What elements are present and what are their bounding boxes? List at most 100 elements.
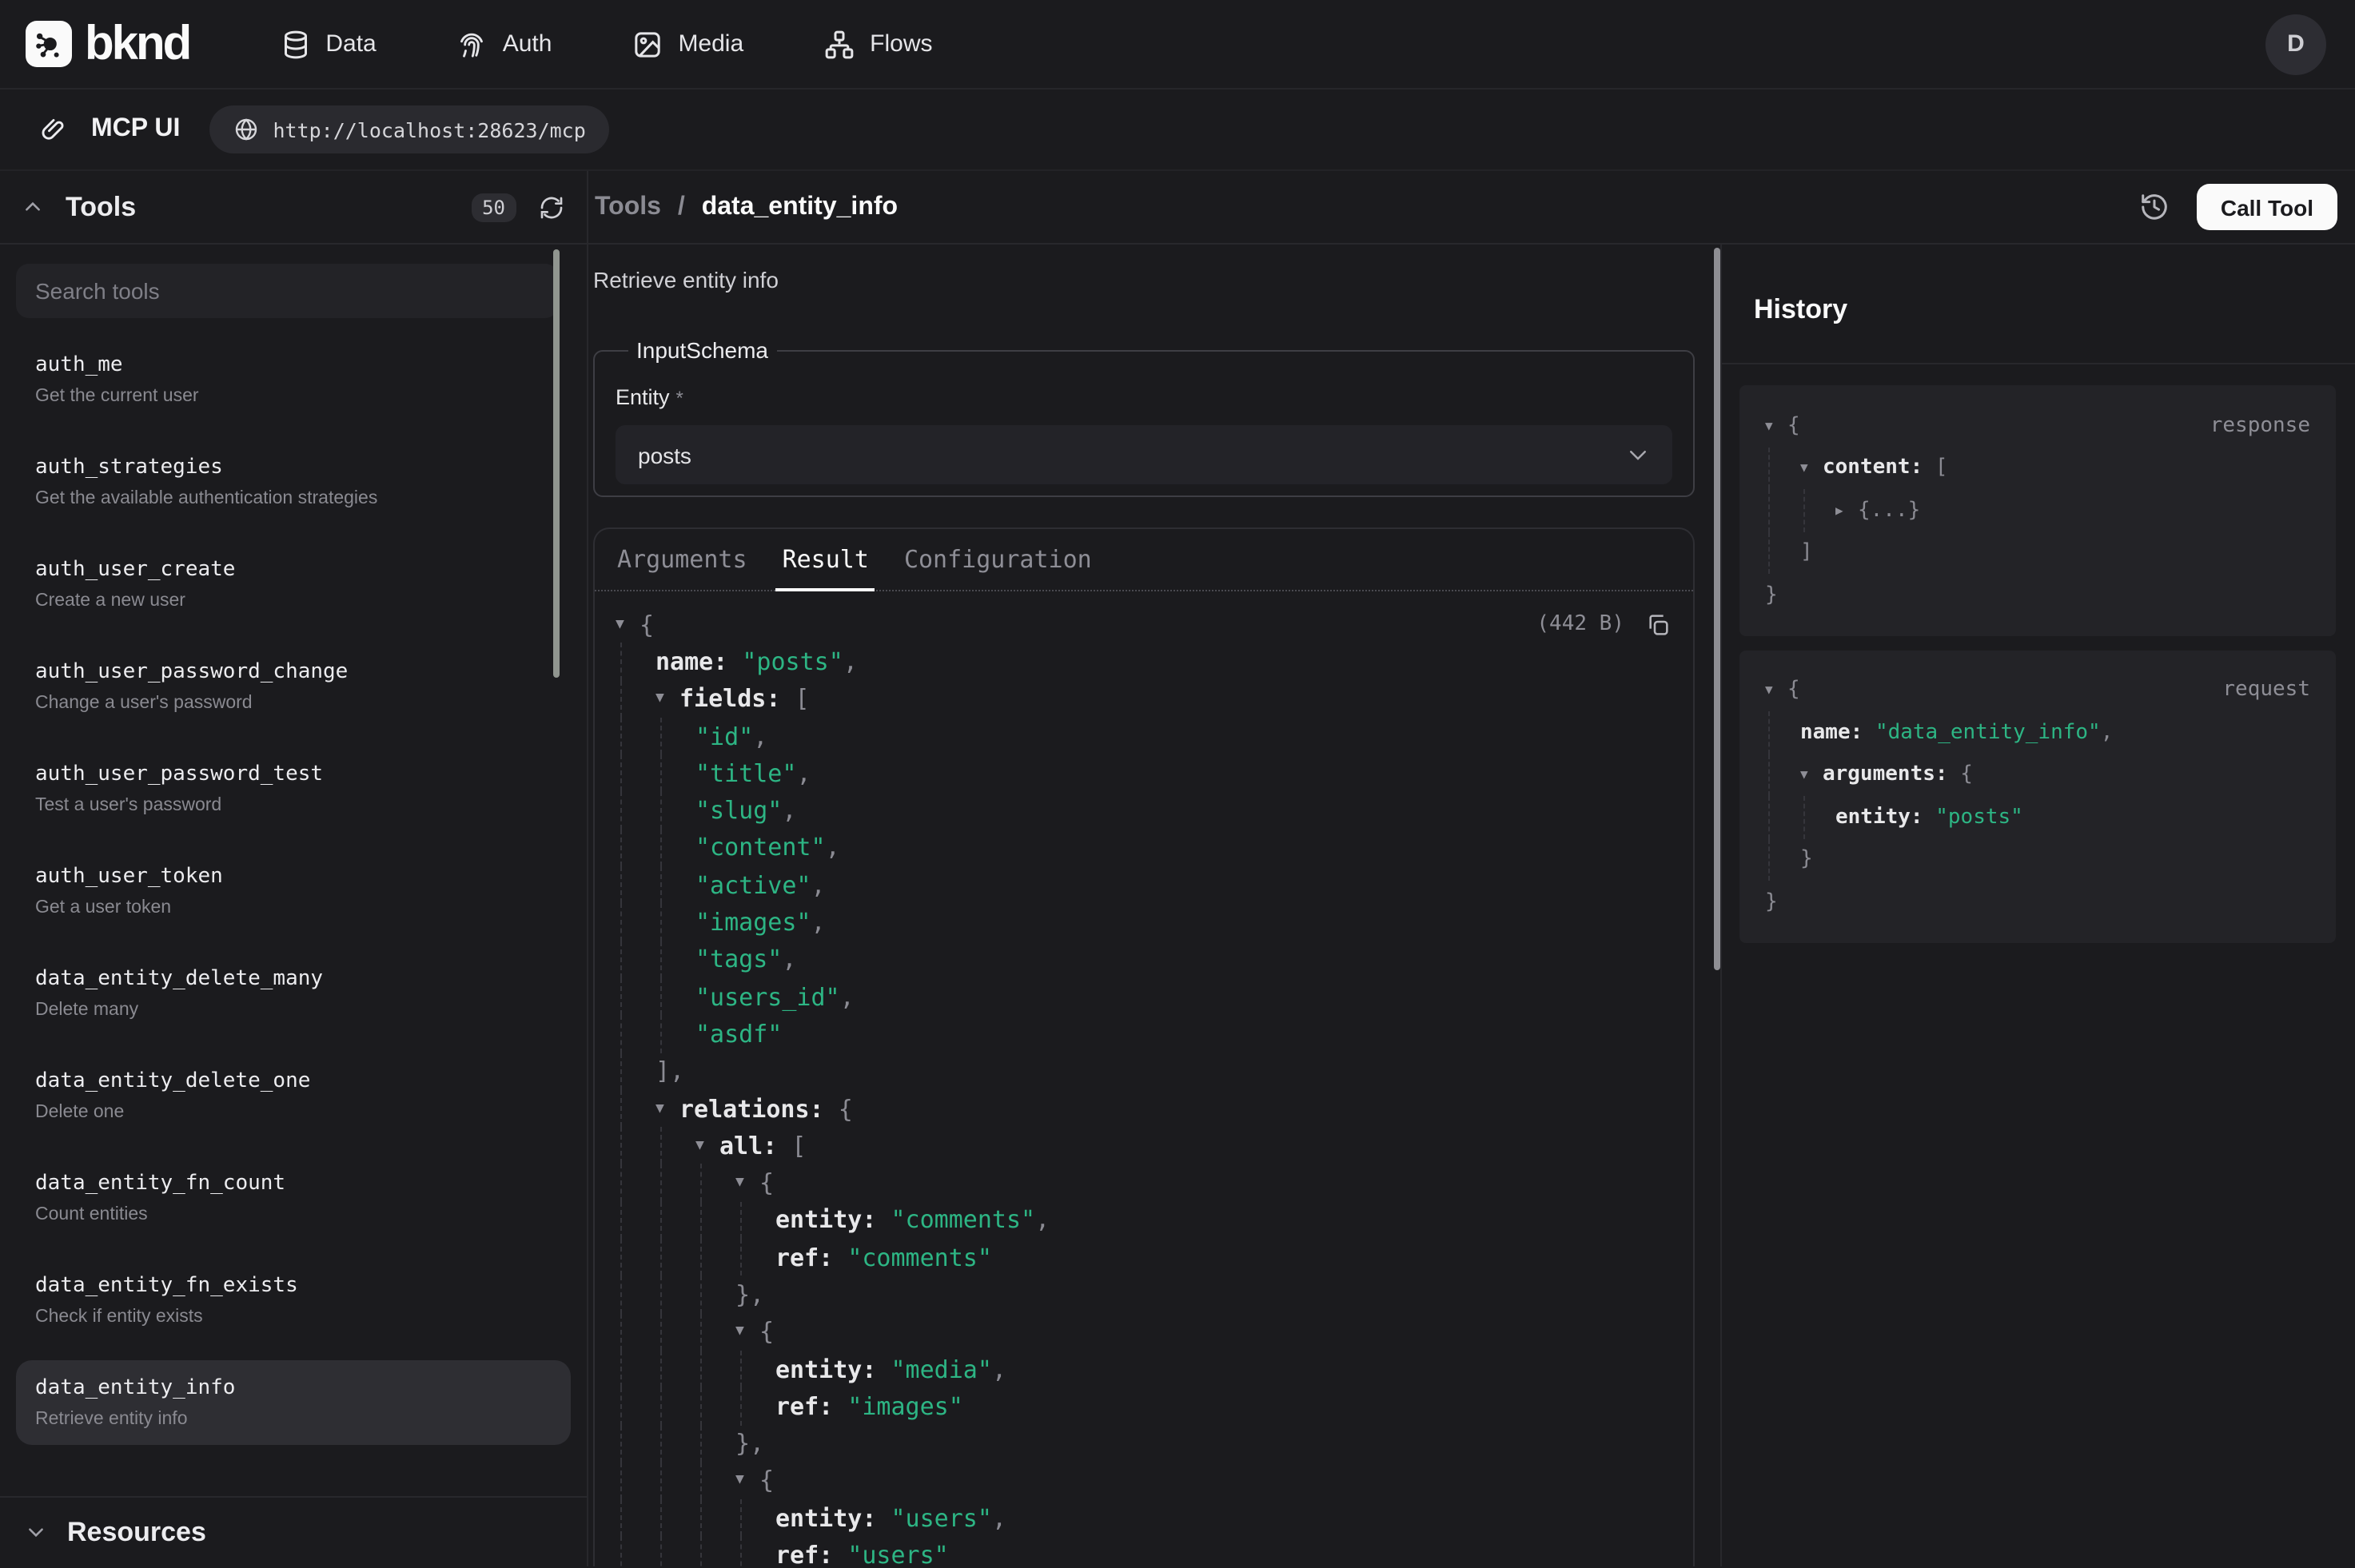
json-punctuation: , xyxy=(843,647,858,676)
search-input[interactable] xyxy=(16,264,558,318)
tab-result[interactable]: Result xyxy=(783,529,869,590)
tool-item-auth_me[interactable]: auth_meGet the current user xyxy=(16,337,571,422)
collapse-marker-icon[interactable]: ▼ xyxy=(616,616,640,632)
tab-configuration[interactable]: Configuration xyxy=(904,529,1092,590)
tool-item-auth_user_create[interactable]: auth_user_createCreate a new user xyxy=(16,542,571,627)
indent-guide xyxy=(620,1127,655,1164)
tool-item-data_entity_fn_count[interactable]: data_entity_fn_countCount entities xyxy=(16,1156,571,1240)
tool-detail-panel: Retrieve entity info InputSchema Entity*… xyxy=(588,245,1720,1566)
refresh-icon[interactable] xyxy=(539,194,564,220)
indent-guide xyxy=(620,1202,655,1240)
indent-guide xyxy=(660,792,695,830)
json-line: } xyxy=(1765,838,2310,881)
tool-item-auth_strategies[interactable]: auth_strategiesGet the available authent… xyxy=(16,440,571,524)
chevron-up-icon xyxy=(22,197,43,217)
history-entry-response[interactable]: ▼{response▼content: [▶{...}]} xyxy=(1739,385,2336,635)
json-line: name: "posts", xyxy=(616,643,1671,681)
indent-guide xyxy=(660,1276,695,1314)
collapse-marker-icon[interactable]: ▼ xyxy=(735,1175,759,1191)
tool-item-data_entity_fn_exists[interactable]: data_entity_fn_existsCheck if entity exi… xyxy=(16,1258,571,1343)
collapse-marker-icon[interactable]: ▼ xyxy=(1800,768,1823,782)
indent-guide xyxy=(620,830,655,867)
indent-guide xyxy=(740,1239,775,1276)
nav-item-data[interactable]: Data xyxy=(279,28,376,60)
indent-guide xyxy=(700,1164,735,1202)
tool-description: Check if entity exists xyxy=(35,1306,552,1330)
json-punctuation: , xyxy=(992,1355,1006,1383)
tool-item-data_entity_delete_many[interactable]: data_entity_delete_manyDelete many xyxy=(16,951,571,1036)
resources-section-header[interactable]: Resources xyxy=(0,1496,587,1566)
collapse-marker-icon[interactable]: ▼ xyxy=(655,690,679,706)
json-punctuation: , xyxy=(2101,721,2114,745)
main-scrollbar[interactable] xyxy=(1714,248,1720,970)
json-line: }, xyxy=(616,1425,1671,1463)
nav-item-flows[interactable]: Flows xyxy=(823,28,932,60)
collapse-marker-icon[interactable]: ▼ xyxy=(735,1473,759,1489)
history-entry-request[interactable]: ▼{requestname: "data_entity_info",▼argum… xyxy=(1739,650,2336,942)
user-avatar[interactable]: D xyxy=(2265,14,2326,74)
indent-guide xyxy=(1768,489,1800,531)
copy-icon[interactable] xyxy=(1645,611,1671,637)
indent-guide xyxy=(620,1499,655,1537)
collapse-marker-icon[interactable]: ▼ xyxy=(1765,683,1787,698)
tool-item-auth_user_password_change[interactable]: auth_user_password_changeChange a user's… xyxy=(16,644,571,729)
nav-item-auth[interactable]: Auth xyxy=(456,28,552,60)
json-line: entity: "users", xyxy=(616,1499,1671,1537)
sidebar-scrollbar[interactable] xyxy=(553,249,560,678)
json-line: ▼relations: { xyxy=(616,1090,1671,1128)
tool-item-data_entity_delete_one[interactable]: data_entity_delete_one Delete one xyxy=(16,1053,571,1138)
indent-guide xyxy=(660,1239,695,1276)
entity-select[interactable]: posts xyxy=(616,425,1672,484)
json-line: "images", xyxy=(616,904,1671,941)
nav-item-media[interactable]: Media xyxy=(632,28,743,60)
json-punctuation: , xyxy=(811,908,826,937)
indent-guide xyxy=(660,866,695,904)
json-line: "content", xyxy=(616,830,1671,867)
collapse-marker-icon[interactable]: ▼ xyxy=(1800,461,1823,476)
indent-guide xyxy=(700,1537,735,1566)
bknd-logo-icon xyxy=(26,21,72,67)
json-key: arguments: xyxy=(1823,763,1960,787)
tool-item-auth_user_token[interactable]: auth_user_tokenGet a user token xyxy=(16,849,571,933)
call-tool-button[interactable]: Call Tool xyxy=(2197,184,2337,230)
tab-arguments[interactable]: Arguments xyxy=(617,529,747,590)
collapse-marker-icon[interactable]: ▼ xyxy=(1765,419,1787,433)
json-line: ▼fields: [ xyxy=(616,680,1671,718)
globe-icon xyxy=(233,117,258,142)
tools-list-container: auth_meGet the current user auth_strategi… xyxy=(0,245,587,1496)
bknd-logo[interactable]: bknd xyxy=(26,17,189,71)
expand-marker-icon[interactable]: ▶ xyxy=(1835,503,1858,518)
json-key: ref: xyxy=(775,1243,847,1272)
collapse-marker-icon[interactable]: ▼ xyxy=(735,1324,759,1340)
chevron-down-icon xyxy=(26,1522,46,1542)
history-icon[interactable] xyxy=(2139,192,2170,222)
indent-guide xyxy=(740,1499,775,1537)
mcp-url-pill[interactable]: http://localhost:28623/mcp xyxy=(209,105,609,153)
tool-description: Delete many xyxy=(35,999,552,1023)
tools-count-badge: 50 xyxy=(471,193,516,221)
json-punctuation: , xyxy=(753,722,767,750)
history-title: History xyxy=(1754,294,1847,326)
json-string: "users" xyxy=(847,1541,948,1566)
app-window: bknd DataAuthMediaFlows D MCP UI http://… xyxy=(0,0,2355,1568)
json-string: "users_id" xyxy=(695,982,840,1011)
entry-type-badge: request xyxy=(2222,679,2310,702)
json-punctuation: { xyxy=(759,1467,774,1495)
json-punctuation: { xyxy=(1787,414,1800,438)
tool-item-auth_user_password_test[interactable]: auth_user_password_testTest a user's pas… xyxy=(16,746,571,831)
tools-section-header[interactable]: Tools 50 xyxy=(0,171,587,245)
collapse-marker-icon[interactable]: ▼ xyxy=(695,1138,719,1154)
tool-name: auth_user_password_test xyxy=(35,759,552,790)
indent-guide xyxy=(740,1351,775,1388)
collapse-marker-icon[interactable]: ▼ xyxy=(655,1100,679,1116)
tool-item-data_entity_info[interactable]: data_entity_infoRetrieve entity info xyxy=(16,1360,571,1445)
json-key: name: xyxy=(1800,721,1875,745)
fingerprint-icon xyxy=(456,28,488,60)
indent-guide xyxy=(660,1537,695,1566)
breadcrumb-section[interactable]: Tools xyxy=(595,193,661,220)
indent-guide xyxy=(660,1016,695,1053)
tool-description: Delete one xyxy=(35,1101,552,1125)
tool-name: data_entity_delete_one xyxy=(35,1066,552,1096)
json-punctuation: { xyxy=(1960,763,1973,787)
json-punctuation: { xyxy=(1787,679,1800,702)
